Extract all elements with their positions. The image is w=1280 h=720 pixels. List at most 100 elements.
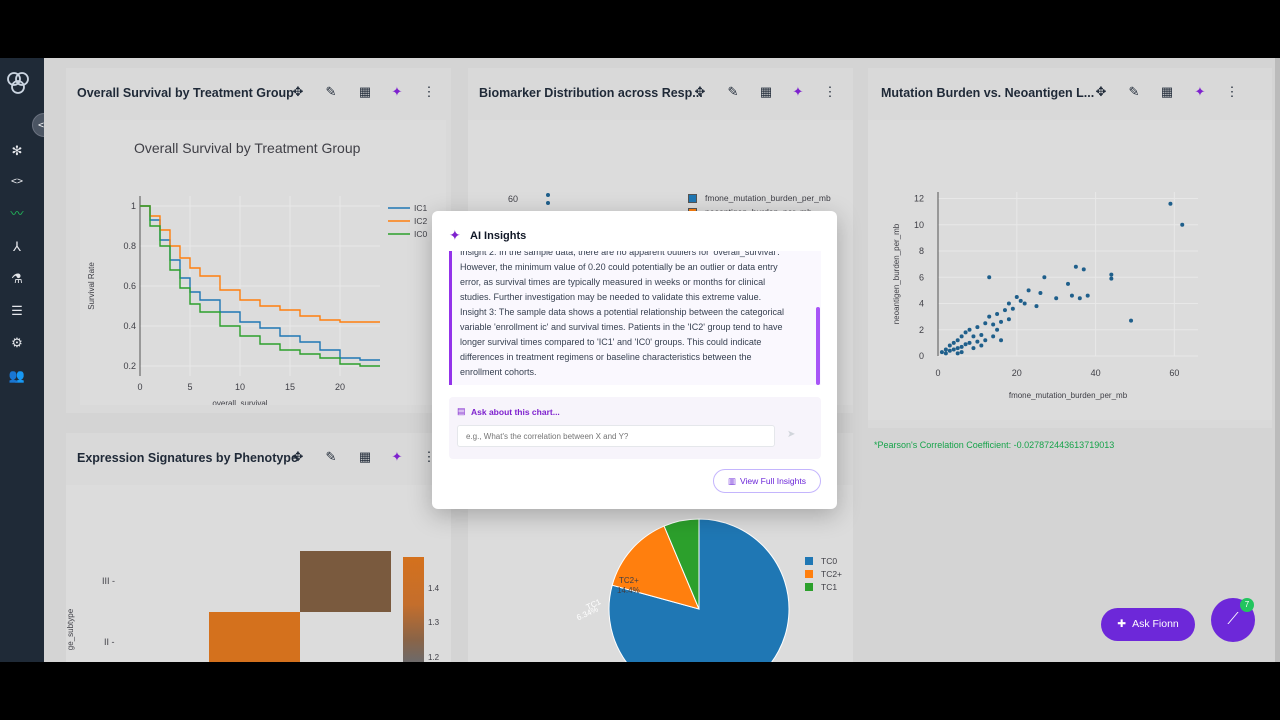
more-icon[interactable]: ⋮	[1224, 84, 1240, 100]
branch-icon[interactable]: ⅄	[8, 238, 26, 256]
x-axis-label: fmone_mutation_burden_per_mb	[1009, 391, 1128, 400]
data-point	[546, 201, 550, 205]
table-icon[interactable]: ▦	[357, 449, 373, 465]
data-point	[1180, 222, 1185, 227]
notification-badge: 7	[1240, 598, 1254, 612]
data-point	[951, 347, 956, 352]
send-icon[interactable]: ➤	[787, 429, 795, 440]
insight-line: Insight 3: The sample data shows a poten…	[460, 307, 785, 317]
ai-sparkle-icon[interactable]: ✦	[389, 449, 405, 465]
data-point	[959, 334, 964, 339]
ai-sparkle-icon[interactable]: ✦	[790, 84, 806, 100]
data-point	[1109, 272, 1114, 277]
ai-sparkle-icon[interactable]: ✦	[389, 84, 405, 100]
colorbar-tick: 1.2	[428, 653, 440, 662]
data-point	[967, 340, 972, 345]
table-icon[interactable]: ▦	[758, 84, 774, 100]
x-tick-label: 20	[1012, 368, 1022, 378]
view-full-insights-button[interactable]: ▥ View Full Insights	[713, 469, 821, 493]
y-tick-label: 0.2	[123, 361, 136, 371]
chart-icon: ▥	[727, 476, 737, 486]
page-scrollbar[interactable]	[1275, 58, 1280, 662]
insight-line: However, the minimum value of 0.20 could…	[460, 262, 778, 272]
flask-icon[interactable]: ⚗	[8, 270, 26, 288]
x-tick-label: 60	[1169, 368, 1179, 378]
y-tick-label: III -	[102, 576, 115, 586]
y-tick-label: 0.8	[123, 241, 136, 251]
edit-icon[interactable]: ✎	[323, 84, 339, 100]
colorbar-tick: 1.3	[428, 618, 440, 627]
heatmap-cell	[209, 612, 300, 662]
insight-line: variable 'enrollment ic' and survival ti…	[460, 322, 783, 332]
gear-icon[interactable]: ⚙	[8, 334, 26, 352]
y-axis-label: ge_subtype	[66, 608, 76, 651]
trend-icon[interactable]: 〰	[8, 205, 26, 223]
data-point	[983, 338, 988, 343]
x-tick-label: 40	[1091, 368, 1101, 378]
data-point	[959, 344, 964, 349]
y-tick-label: 60	[508, 194, 519, 204]
move-icon[interactable]: ✥	[290, 449, 306, 465]
move-icon[interactable]: ✥	[290, 84, 306, 100]
more-icon[interactable]: ⋮	[421, 84, 437, 100]
x-tick-label: 15	[285, 382, 295, 392]
data-point	[1038, 291, 1043, 296]
legend-swatch	[805, 557, 813, 565]
logo-icon[interactable]	[5, 70, 31, 96]
edit-icon[interactable]: ✎	[1126, 84, 1142, 100]
data-point	[1042, 275, 1047, 280]
y-tick-label: 10	[914, 220, 924, 230]
data-point	[955, 338, 960, 343]
move-icon[interactable]: ✥	[1093, 84, 1109, 100]
scatter-chart: 0 20 40 60 0 2 4 6 8 10 12 neoantigen_burden_per_mb…	[892, 192, 1198, 400]
sliders-icon[interactable]: ☰	[8, 302, 26, 320]
x-tick-label: 0	[137, 382, 142, 392]
data-point	[963, 330, 968, 335]
insight-line: differences in treatment regimens or bas…	[460, 352, 752, 362]
edit-icon[interactable]: ✎	[323, 449, 339, 465]
table-icon[interactable]: ▦	[357, 84, 373, 100]
insight-line: enrollment cohorts.	[460, 367, 537, 377]
legend-label: TC2+	[821, 569, 843, 579]
data-point	[967, 327, 972, 332]
code-icon[interactable]: <>	[8, 173, 26, 191]
card-title: Mutation Burden vs. Neoantigen L...	[881, 86, 1095, 100]
ask-fionn-button[interactable]: ✚ Ask Fionn	[1101, 608, 1195, 641]
card-title: Biomarker Distribution across Resp...	[479, 86, 703, 100]
data-point	[955, 346, 960, 351]
data-point	[1077, 296, 1082, 301]
legend-label: IC0	[414, 229, 428, 239]
insight-line: studies. Further investigation may be ne…	[460, 292, 762, 302]
data-point	[1129, 318, 1134, 323]
ask-input[interactable]	[457, 425, 775, 447]
legend-swatch	[805, 570, 813, 578]
insight-scrollbar[interactable]	[816, 307, 820, 385]
heatmap-plot-area: III - II - ge_subtype 1.4 1.3 1.2	[66, 485, 451, 662]
network-icon[interactable]: ✻	[8, 142, 26, 160]
data-point	[979, 333, 984, 338]
table-icon[interactable]: ▦	[1159, 84, 1175, 100]
data-point	[963, 342, 968, 347]
data-point	[995, 312, 1000, 317]
move-icon[interactable]: ✥	[692, 84, 708, 100]
ai-sparkle-icon[interactable]: ✦	[1192, 84, 1208, 100]
data-point	[991, 334, 996, 339]
more-icon[interactable]: ⋮	[822, 84, 838, 100]
ai-insights-modal: ✦ AI Insights Insight 2: In the sample d…	[432, 211, 837, 509]
edit-icon[interactable]: ✎	[725, 84, 741, 100]
legend-label: IC1	[414, 203, 428, 213]
data-point	[1026, 288, 1031, 293]
data-point	[1168, 201, 1173, 206]
x-tick-label: 20	[335, 382, 345, 392]
pie-chart	[608, 518, 790, 662]
users-icon[interactable]: 👥	[8, 367, 26, 385]
ask-label: Ask about this chart...	[471, 407, 560, 417]
y-tick-label: 6	[919, 272, 924, 282]
data-point	[975, 325, 980, 330]
y-tick-label: 12	[914, 194, 924, 204]
survival-card: Overall Survival by Treatment Group ✥ ✎ …	[66, 68, 451, 413]
data-point	[1054, 296, 1059, 301]
insight-text-box[interactable]: Insight 2: In the sample data, there are…	[449, 251, 821, 385]
colorbar-tick: 1.4	[428, 584, 440, 593]
data-point	[546, 193, 550, 197]
